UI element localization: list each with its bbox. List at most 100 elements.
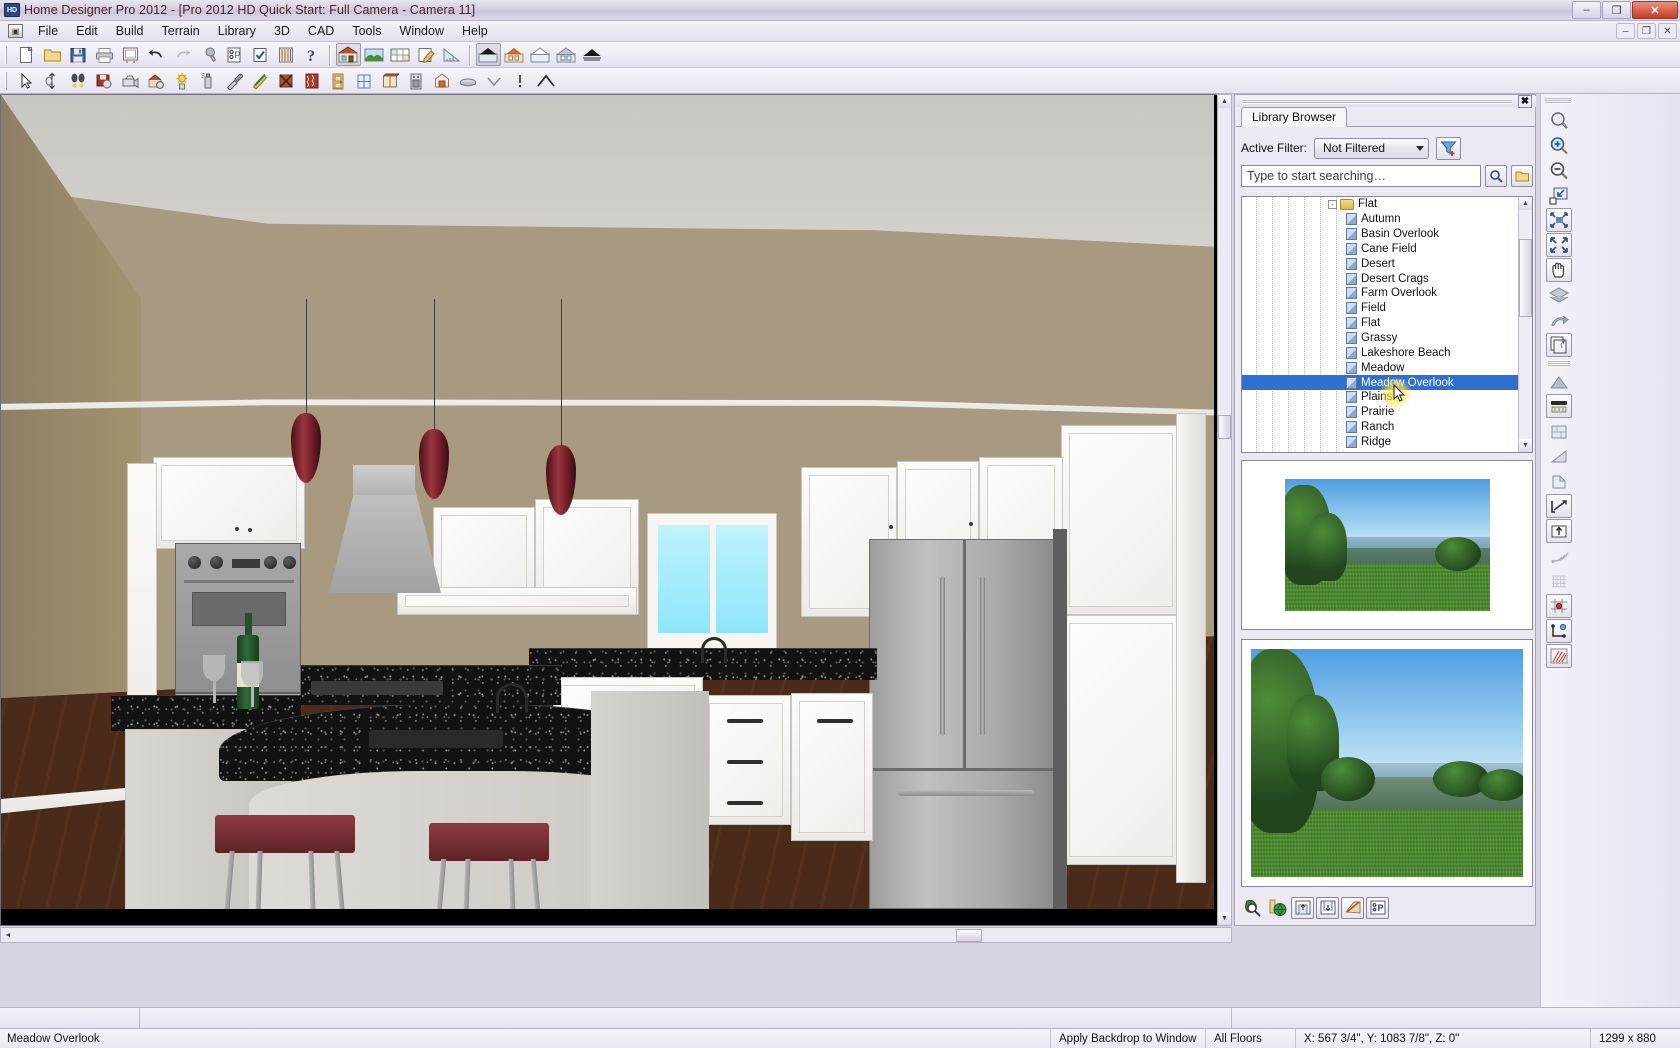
fill-window-building-icon[interactable] bbox=[1546, 208, 1572, 232]
layers-icon[interactable] bbox=[1546, 283, 1572, 307]
print-icon[interactable] bbox=[92, 43, 117, 66]
tree-scroll-up-arrow[interactable]: ▲ bbox=[1519, 197, 1532, 210]
doc-close-button[interactable]: ✕ bbox=[1658, 23, 1677, 39]
roof-peak-icon[interactable] bbox=[534, 69, 559, 92]
tree-node-flat-root[interactable]: - Flat bbox=[1242, 197, 1518, 212]
scroll-down-arrow[interactable]: ▼ bbox=[1218, 912, 1231, 925]
redo-icon[interactable] bbox=[170, 43, 195, 66]
tree-item-ranch[interactable]: Ranch bbox=[1242, 420, 1518, 435]
panel-drag-handle[interactable] bbox=[1236, 96, 1536, 107]
refresh-display-icon[interactable] bbox=[1546, 333, 1572, 357]
menu-item-help[interactable]: Help bbox=[453, 22, 497, 40]
dimension-line-icon[interactable] bbox=[1546, 494, 1572, 518]
menu-item-edit[interactable]: Edit bbox=[67, 22, 107, 40]
tree-item-desert-crags[interactable]: Desert Crags bbox=[1242, 271, 1518, 286]
scroll-up-arrow[interactable]: ▲ bbox=[1218, 95, 1231, 108]
wall-icon[interactable] bbox=[1546, 419, 1572, 443]
tree-item-flat[interactable]: Flat bbox=[1242, 316, 1518, 331]
tab-library-browser[interactable]: Library Browser bbox=[1241, 107, 1347, 127]
soffit-icon[interactable] bbox=[430, 69, 455, 92]
roof-window-icon[interactable] bbox=[554, 43, 579, 66]
zoom-out-icon[interactable] bbox=[1546, 158, 1572, 182]
place-below-icon[interactable] bbox=[1316, 897, 1339, 919]
library-tree[interactable]: - Flat Autumn Basin Overlook Cane Field … bbox=[1241, 196, 1533, 453]
tree-item-meadow[interactable]: Meadow bbox=[1242, 360, 1518, 375]
grid-icon[interactable] bbox=[1546, 569, 1572, 593]
material-swatch-icon[interactable] bbox=[1341, 897, 1364, 919]
appliance-icon[interactable] bbox=[404, 69, 429, 92]
horizontal-scroll-thumb[interactable] bbox=[956, 929, 982, 942]
tree-scroll-down-arrow[interactable]: ▼ bbox=[1519, 439, 1532, 452]
tree-item-meadow-overlook[interactable]: Meadow Overlook bbox=[1242, 375, 1518, 390]
doc-restore-button[interactable]: ❐ bbox=[1637, 23, 1656, 39]
open-folder-icon[interactable] bbox=[40, 43, 65, 66]
eyedropper-icon[interactable] bbox=[222, 69, 247, 92]
library-globe-icon[interactable] bbox=[1266, 897, 1289, 919]
spray-icon[interactable] bbox=[196, 69, 221, 92]
zoom-in-icon[interactable] bbox=[1546, 133, 1572, 157]
vertical-scroll-thumb[interactable] bbox=[1218, 415, 1231, 439]
help-question-icon[interactable]: ? bbox=[300, 43, 325, 66]
menu-item-library[interactable]: Library bbox=[209, 22, 265, 40]
zoom-window-icon[interactable] bbox=[1546, 108, 1572, 132]
tree-item-lakeshore-beach[interactable]: Lakeshore Beach bbox=[1242, 345, 1518, 360]
dimension-icon[interactable] bbox=[40, 69, 65, 92]
preferences-wrench-icon[interactable] bbox=[196, 43, 221, 66]
floor-plan-icon[interactable] bbox=[388, 43, 413, 66]
fill-window-icon[interactable] bbox=[1546, 183, 1572, 207]
menu-item-build[interactable]: Build bbox=[107, 22, 153, 40]
camera-icon[interactable] bbox=[118, 69, 143, 92]
tree-item-cane-field[interactable]: Cane Field bbox=[1242, 242, 1518, 257]
plan-defaults-icon[interactable]: P bbox=[1366, 897, 1389, 919]
zoom-extents-icon[interactable] bbox=[1546, 233, 1572, 257]
material-paint-icon[interactable] bbox=[248, 69, 273, 92]
toolbar-grip[interactable] bbox=[3, 71, 10, 91]
roof-outline-icon[interactable] bbox=[528, 43, 553, 66]
select-arrow-icon[interactable] bbox=[14, 69, 39, 92]
shelf-icon[interactable] bbox=[456, 69, 481, 92]
texture-icon[interactable] bbox=[300, 69, 325, 92]
menu-item-cad[interactable]: CAD bbox=[299, 22, 343, 40]
minimize-button[interactable]: – bbox=[1572, 1, 1601, 19]
check-box-icon[interactable] bbox=[248, 43, 273, 66]
menu-item-3d[interactable]: 3D bbox=[265, 22, 299, 40]
3d-camera-viewport[interactable] bbox=[0, 94, 1231, 926]
menu-item-tools[interactable]: Tools bbox=[343, 22, 390, 40]
sun-angle-icon[interactable] bbox=[170, 69, 195, 92]
save-camera-icon[interactable] bbox=[92, 69, 117, 92]
roof-black-icon[interactable] bbox=[476, 43, 501, 66]
crosshatch-icon[interactable] bbox=[1546, 644, 1572, 668]
house-view-icon[interactable] bbox=[336, 43, 361, 66]
new-file-icon[interactable] bbox=[14, 43, 39, 66]
tree-item-desert[interactable]: Desert bbox=[1242, 256, 1518, 271]
angle-snap-icon[interactable] bbox=[1546, 444, 1572, 468]
object-snap-icon[interactable] bbox=[1546, 469, 1572, 493]
place-above-icon[interactable] bbox=[1291, 897, 1314, 919]
folder-open-icon[interactable] bbox=[1511, 165, 1533, 187]
viewport-vertical-scrollbar[interactable]: ▲ ▼ bbox=[1217, 94, 1232, 926]
menu-item-terrain[interactable]: Terrain bbox=[153, 22, 209, 40]
materials-list-icon[interactable] bbox=[274, 43, 299, 66]
save-icon[interactable] bbox=[66, 43, 91, 66]
reference-display-icon[interactable] bbox=[1546, 308, 1572, 332]
tree-item-autumn[interactable]: Autumn bbox=[1242, 212, 1518, 227]
roof-gable-icon[interactable] bbox=[1546, 369, 1572, 393]
search-icon[interactable] bbox=[1485, 165, 1507, 187]
active-filter-dropdown[interactable]: Not Filtered bbox=[1314, 138, 1429, 159]
funnel-add-icon[interactable] bbox=[1436, 137, 1461, 160]
collapse-expander-icon[interactable]: - bbox=[1328, 200, 1337, 209]
arrow-up-icon[interactable] bbox=[1546, 519, 1572, 543]
window-icon[interactable] bbox=[352, 69, 377, 92]
chevron-down-icon[interactable] bbox=[482, 69, 507, 92]
tree-scroll-thumb[interactable] bbox=[1519, 239, 1532, 317]
plan-defaults-icon[interactable]: P bbox=[222, 43, 247, 66]
toolbar-grip[interactable] bbox=[1545, 97, 1571, 104]
search-input[interactable]: Type to start searching… bbox=[1241, 165, 1481, 187]
lights-pair-icon[interactable] bbox=[66, 69, 91, 92]
cabinet-icon[interactable] bbox=[378, 69, 403, 92]
tree-item-plains[interactable]: Plains bbox=[1242, 390, 1518, 405]
landscape-view-icon[interactable] bbox=[362, 43, 387, 66]
doc-minimize-button[interactable]: – bbox=[1616, 23, 1635, 39]
menu-item-window[interactable]: Window bbox=[391, 22, 453, 40]
tree-item-field[interactable]: Field bbox=[1242, 301, 1518, 316]
